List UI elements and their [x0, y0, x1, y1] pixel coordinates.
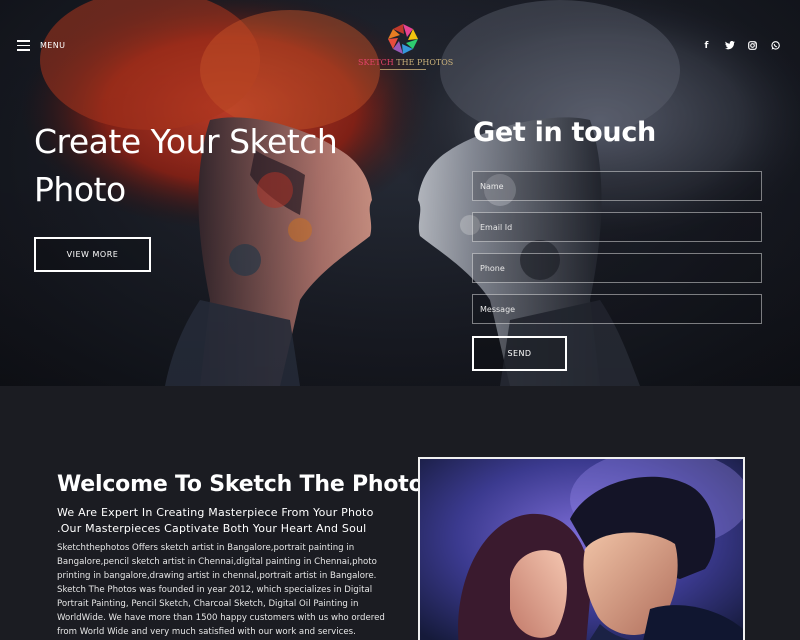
hamburger-icon — [17, 40, 30, 51]
welcome-subtitle: We Are Expert In Creating Masterpiece Fr… — [57, 506, 374, 535]
message-field[interactable] — [472, 294, 762, 324]
instagram-icon[interactable] — [748, 41, 757, 52]
site-logo[interactable]: SKETCH THE PHOTOS — [358, 22, 454, 70]
send-button[interactable]: SEND — [472, 336, 567, 371]
aperture-logo-icon — [388, 24, 418, 54]
phone-field[interactable] — [472, 253, 762, 283]
menu-button[interactable]: MENU — [17, 40, 65, 51]
hero-title: Create Your Sketch Photo — [34, 122, 338, 209]
couple-painting-image — [418, 457, 745, 640]
view-more-button[interactable]: VIEW MORE — [34, 237, 151, 272]
whatsapp-icon[interactable] — [771, 41, 780, 52]
welcome-description: Sketchthephotos Offers sketch artist in … — [57, 543, 385, 637]
contact-form-title: Get in touch — [473, 117, 656, 148]
email-field[interactable] — [472, 212, 762, 242]
welcome-title: Welcome To Sketch The Photos — [57, 472, 437, 497]
hero-section: MENU SKETCH THE PHOTOS f Create Your Ske… — [0, 0, 800, 386]
twitter-icon[interactable] — [725, 41, 735, 52]
logo-text: SKETCH THE PHOTOS — [358, 58, 454, 67]
welcome-section: Welcome To Sketch The Photos We Are Expe… — [0, 386, 800, 640]
menu-label: MENU — [40, 41, 66, 50]
social-links: f — [702, 41, 780, 52]
facebook-icon[interactable]: f — [702, 41, 711, 52]
name-field[interactable] — [472, 171, 762, 201]
